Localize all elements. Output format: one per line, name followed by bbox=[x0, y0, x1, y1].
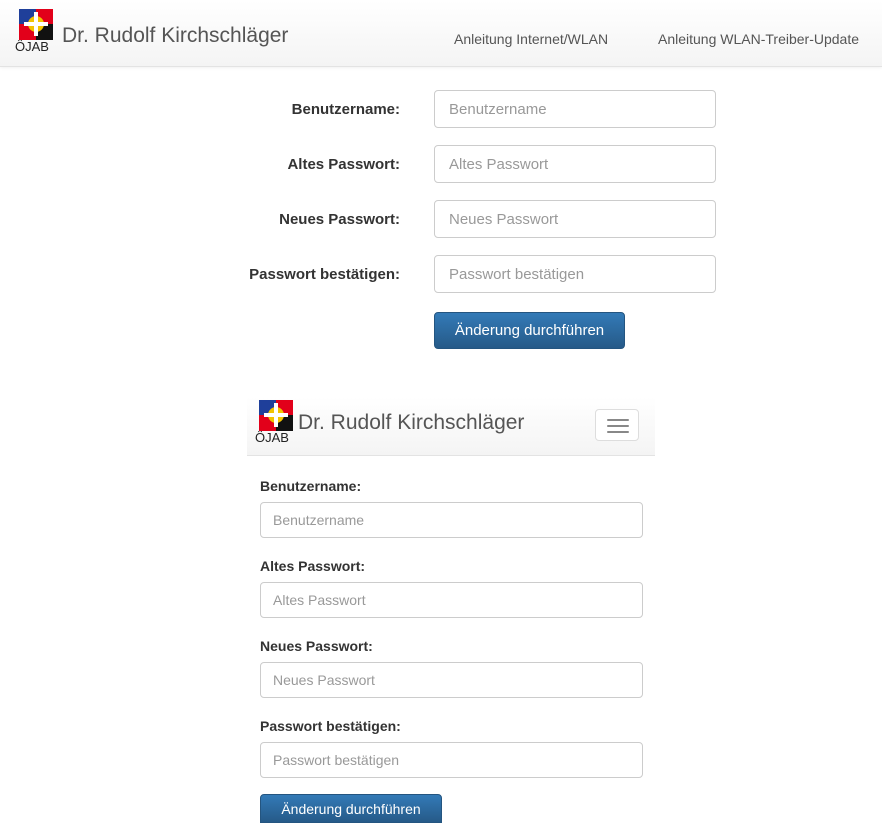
old-password-label: Altes Passwort: bbox=[287, 156, 400, 173]
mobile-logo-text: ÖJAB bbox=[255, 430, 289, 445]
new-password-label: Neues Passwort: bbox=[279, 211, 400, 228]
ojab-logo-icon bbox=[19, 9, 53, 40]
username-input[interactable] bbox=[434, 90, 716, 128]
menu-toggle-button[interactable] bbox=[595, 409, 639, 441]
mobile-old-password-input[interactable] bbox=[260, 582, 643, 618]
submit-button[interactable]: Änderung durchführen bbox=[434, 312, 625, 349]
new-password-input[interactable] bbox=[434, 200, 716, 238]
mobile-username-input[interactable] bbox=[260, 502, 643, 538]
mobile-ojab-logo[interactable]: ÖJAB bbox=[255, 400, 295, 444]
logo-text: ÖJAB bbox=[15, 39, 49, 54]
mobile-brand-name[interactable]: Dr. Rudolf Kirchschläger bbox=[298, 411, 524, 435]
mobile-old-password-label: Altes Passwort: bbox=[260, 558, 366, 574]
mobile-navbar: ÖJAB Dr. Rudolf Kirchschläger bbox=[247, 397, 655, 456]
mobile-new-password-label: Neues Passwort: bbox=[260, 638, 373, 654]
navbar: ÖJAB Dr. Rudolf Kirchschläger Anleitung … bbox=[0, 0, 882, 67]
mobile-confirm-password-label: Passwort bestätigen: bbox=[260, 718, 401, 734]
mobile-ojab-logo-icon bbox=[259, 400, 293, 431]
nav-link-anleitung-internet[interactable]: Anleitung Internet/WLAN bbox=[454, 31, 608, 47]
mobile-username-label: Benutzername: bbox=[260, 478, 362, 494]
mobile-confirm-password-input[interactable] bbox=[260, 742, 643, 778]
confirm-password-input[interactable] bbox=[434, 255, 716, 293]
confirm-password-label: Passwort bestätigen: bbox=[249, 266, 400, 283]
brand-name[interactable]: Dr. Rudolf Kirchschläger bbox=[62, 24, 288, 48]
username-label: Benutzername: bbox=[291, 101, 400, 118]
old-password-input[interactable] bbox=[434, 145, 716, 183]
nav-link-anleitung-treiber[interactable]: Anleitung WLAN-Treiber-Update bbox=[658, 31, 859, 47]
mobile-new-password-input[interactable] bbox=[260, 662, 643, 698]
ojab-logo[interactable]: ÖJAB bbox=[15, 9, 55, 53]
mobile-submit-button[interactable]: Änderung durchführen bbox=[260, 794, 442, 823]
